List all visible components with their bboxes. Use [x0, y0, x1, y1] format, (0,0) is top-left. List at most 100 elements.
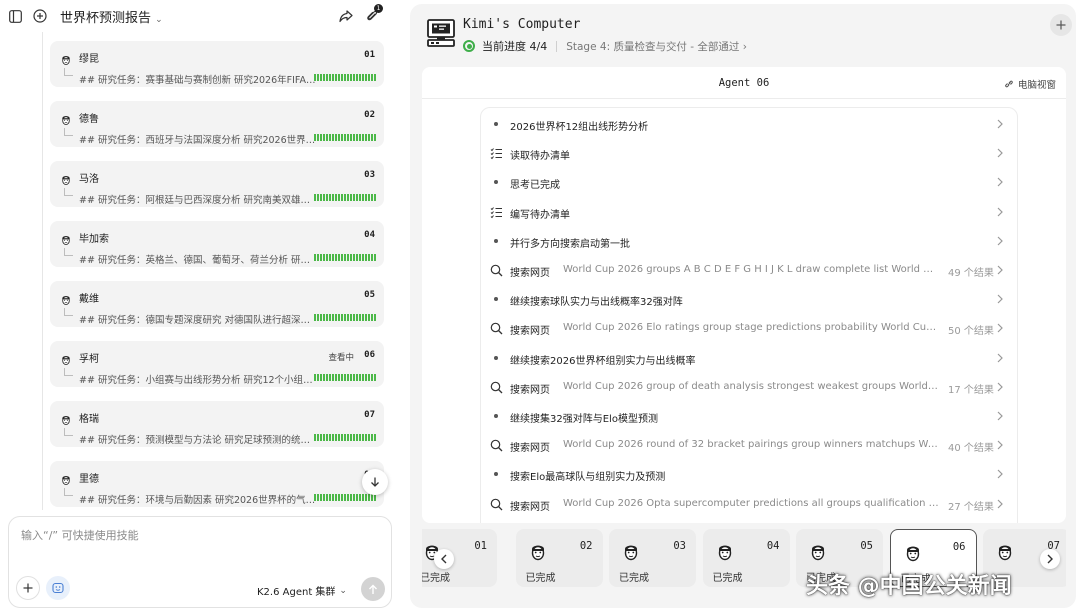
progress-segment	[323, 134, 325, 141]
step-row[interactable]: 读取待办清单	[481, 139, 1017, 168]
computer-view-button[interactable]: 电脑视窗	[1004, 77, 1056, 91]
smile-icon	[52, 582, 64, 594]
step-row[interactable]: 搜索Elo最高球队与组别实力及预测	[481, 460, 1017, 489]
agent-card[interactable]: 戴维 05 ## 研究任务：德国专题深度研究 对德国队进行超深度分析	[50, 281, 384, 327]
progress-segment	[359, 74, 361, 81]
step-text: 并行多方向搜索启动第一批	[510, 238, 630, 250]
step-row[interactable]: 2026世界杯12组出线形势分析	[481, 110, 1017, 139]
progress-segment	[365, 254, 367, 261]
scroll-down-button[interactable]	[362, 469, 388, 495]
progress-segment	[341, 494, 343, 501]
progress-row: 当前进度 4/4 Stage 4: 质量检查与交付 - 全部通过 ›	[463, 38, 747, 54]
progress-bar	[314, 254, 376, 261]
chevron-right-icon	[997, 382, 1003, 392]
add-button[interactable]	[1050, 14, 1072, 36]
agent-number: 02	[364, 110, 375, 120]
progress-segment	[314, 314, 316, 321]
next-tile-button[interactable]	[1040, 549, 1060, 569]
progress-segment	[347, 254, 349, 261]
progress-segment	[332, 134, 334, 141]
agent-card[interactable]: 格瑞 07 ## 研究任务：预测模型与方法论 研究足球预测的统计方法	[50, 401, 384, 447]
progress-segment	[317, 74, 319, 81]
progress-segment	[323, 74, 325, 81]
agent-card[interactable]: 马洛 03 ## 研究任务：阿根廷与巴西深度分析 研究南美双雄夺冠前景	[50, 161, 384, 207]
agent-tile[interactable]: 02 已完成	[515, 529, 603, 587]
step-row[interactable]: 继续搜索2026世界杯组别实力与出线概率	[481, 344, 1017, 373]
agent-tile[interactable]: 04 已完成	[702, 529, 790, 587]
search-icon	[490, 381, 503, 394]
agent-task: ## 研究任务：阿根廷与巴西深度分析 研究南美双雄夺冠前景	[79, 195, 319, 206]
agent-card[interactable]: 德鲁 02 ## 研究任务：西班牙与法国深度分析 研究2026世界杯夺冠热门	[50, 101, 384, 147]
progress-segment	[314, 374, 316, 381]
agent-number: 05	[364, 290, 375, 300]
step-row[interactable]: 搜索网页 World Cup 2026 groups A B C D E F G …	[481, 256, 1017, 285]
progress-segment	[353, 374, 355, 381]
progress-segment	[362, 434, 364, 441]
stage-link[interactable]: Stage 4: 质量检查与交付 - 全部通过 ›	[566, 39, 747, 54]
add-attachment-button[interactable]	[16, 576, 40, 600]
progress-segment	[344, 434, 346, 441]
chevron-right-icon	[997, 294, 1003, 304]
skill-button[interactable]	[46, 576, 70, 600]
agent-card[interactable]: 里德08## 研究任务：环境与后勤因素 研究2026世界杯的气候场馆	[50, 461, 384, 507]
agent-number: 03	[364, 170, 375, 180]
step-row[interactable]: 搜索网页 World Cup 2026 Opta supercomputer pr…	[481, 490, 1017, 519]
agent-name: 孚柯	[79, 354, 99, 365]
progress-segment	[344, 254, 346, 261]
progress-segment	[368, 434, 370, 441]
progress-segment	[323, 494, 325, 501]
progress-segment	[326, 254, 328, 261]
progress-segment	[320, 134, 322, 141]
agent-card[interactable]: 孚柯 查看中 06 ## 研究任务：小组赛与出线形势分析 研究12个小组形势	[50, 341, 384, 387]
step-row[interactable]: 思考已完成	[481, 168, 1017, 197]
progress-segment	[326, 434, 328, 441]
new-chat-icon[interactable]	[32, 8, 48, 24]
step-list[interactable]: 2026世界杯12组出线形势分析读取待办清单 思考已完成 编写待办清单并行多方向搜索…	[480, 107, 1018, 523]
message-input-placeholder[interactable]: 输入“/” 可快捷使用技能	[21, 527, 139, 543]
step-row[interactable]: 继续搜集32强对阵与Elo模型预测	[481, 402, 1017, 431]
progress-segment	[320, 374, 322, 381]
progress-segment	[362, 134, 364, 141]
step-row[interactable]: 编写待办清单	[481, 198, 1017, 227]
prev-tile-button[interactable]	[434, 549, 454, 569]
step-row[interactable]: 搜索网页 World Cup 2026 group of death analys…	[481, 373, 1017, 402]
chevron-right-icon	[1047, 554, 1053, 564]
model-selector[interactable]: K2.6 Agent 集群 ⌄	[257, 583, 347, 599]
search-icon	[490, 264, 503, 277]
step-row[interactable]: 搜索网页 World Cup 2026 round of 32 bracket p…	[481, 431, 1017, 460]
step-text: 2026世界杯12组出线形势分析	[510, 122, 649, 133]
avatar-icon	[60, 291, 72, 305]
chat-title[interactable]: 世界杯预测报告 ⌄	[60, 7, 163, 26]
progress-segment	[326, 314, 328, 321]
progress-segment	[344, 374, 346, 381]
bullet-icon	[494, 180, 498, 185]
agent-card[interactable]: 毕加索 04 ## 研究任务：英格兰、德国、葡萄牙、荷兰分析 研究欧洲强队	[50, 221, 384, 267]
progress-segment	[368, 74, 370, 81]
step-row[interactable]: 搜索网页 World Cup 2026 Elo ratings group sta…	[481, 314, 1017, 343]
avatar-icon	[60, 171, 72, 185]
chevron-right-icon	[997, 440, 1003, 450]
thread-elbow	[64, 308, 73, 316]
agent-card[interactable]: 缪昆 01 ## 研究任务：赛事基础与赛制创新 研究2026年FIFA世界杯	[50, 41, 384, 87]
agent-tile[interactable]: 03 已完成	[609, 529, 696, 587]
step-row[interactable]: 并行多方向搜索启动第一批	[481, 227, 1017, 256]
chevron-right-icon	[997, 469, 1003, 479]
sidebar-toggle-icon[interactable]	[7, 8, 23, 24]
send-button[interactable]	[361, 577, 385, 601]
progress-segment	[374, 314, 376, 321]
progress-segment	[353, 134, 355, 141]
step-text: 搜索网页	[510, 443, 550, 455]
progress-segment	[341, 194, 343, 201]
progress-segment	[362, 494, 364, 501]
progress-segment	[353, 194, 355, 201]
progress-segment	[362, 194, 364, 201]
avatar-icon	[60, 351, 72, 365]
progress-segment	[317, 254, 319, 261]
progress-segment	[338, 74, 340, 81]
progress-segment	[323, 374, 325, 381]
step-row[interactable]: 继续搜索球队实力与出线概率32强对阵	[481, 285, 1017, 314]
progress-segment	[350, 434, 352, 441]
share-icon[interactable]	[338, 8, 354, 24]
message-input-box[interactable]: 输入“/” 可快捷使用技能 K2.6 Agent 集群 ⌄	[8, 516, 392, 608]
progress-segment	[332, 434, 334, 441]
